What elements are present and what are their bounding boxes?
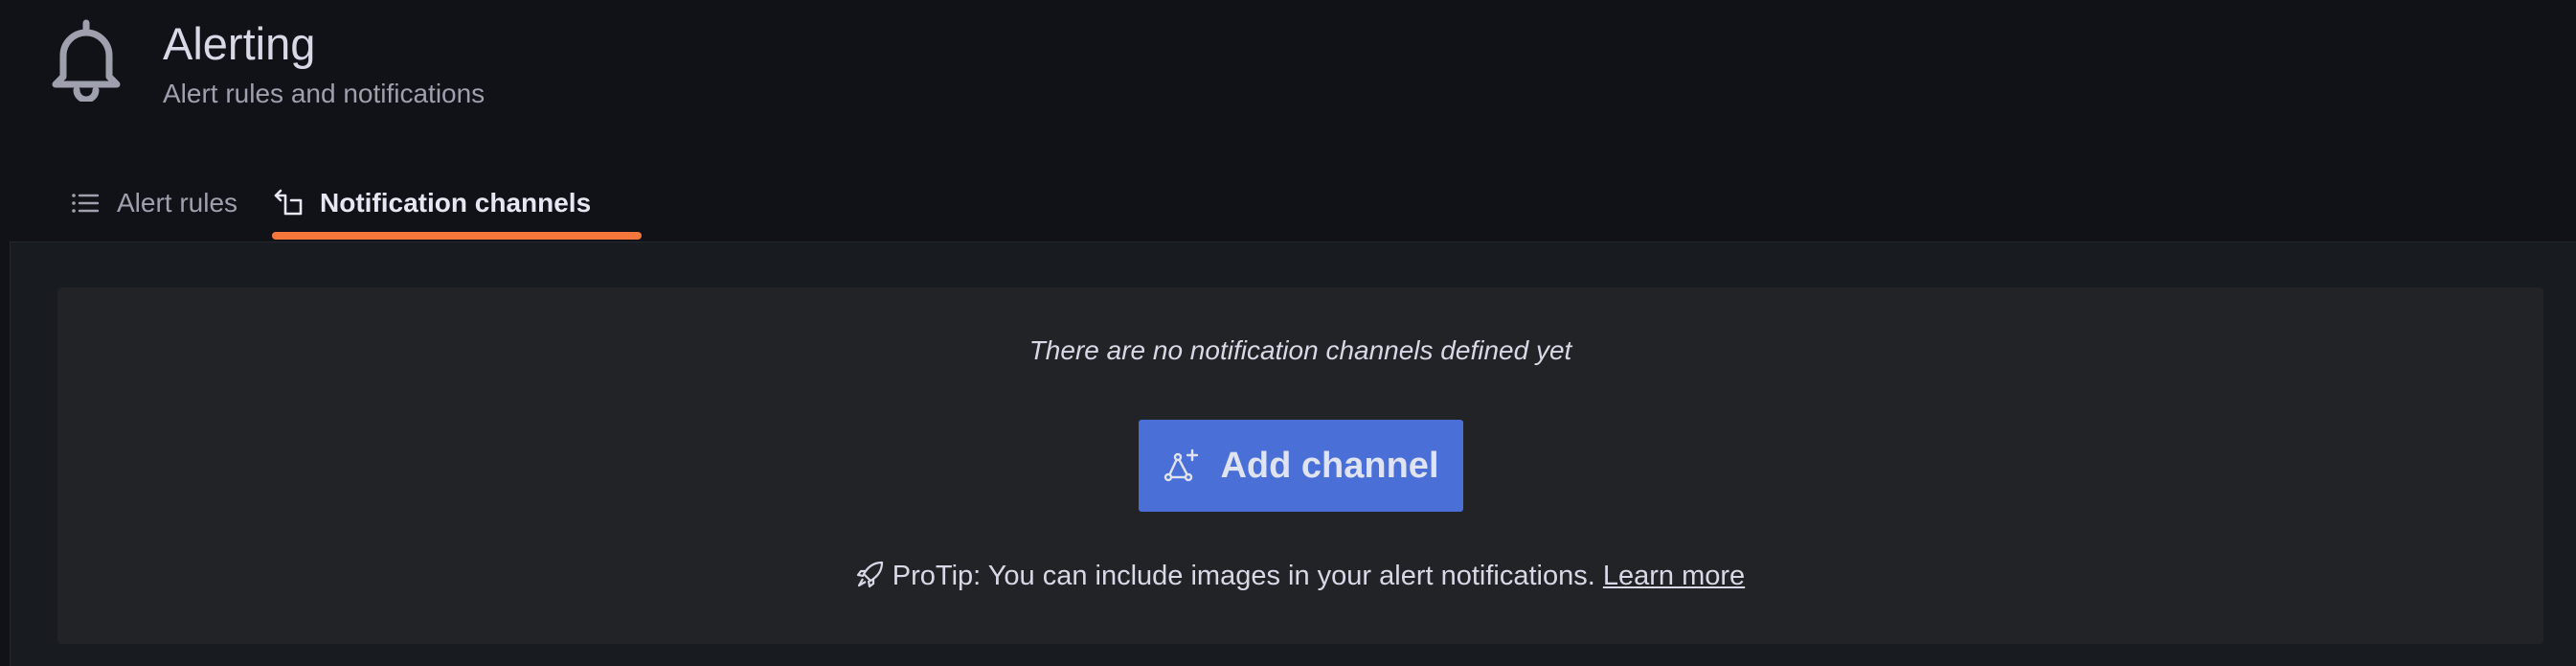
tab-label-notification-channels: Notification channels [320,188,592,218]
page-content: There are no notification channels defin… [10,241,2576,666]
rocket-icon [856,561,883,588]
learn-more-link[interactable]: Learn more [1603,561,1745,591]
empty-state-card: There are no notification channels defin… [57,287,2543,644]
list-icon [72,194,100,213]
page-header: Alerting Alert rules and notifications A… [0,0,2576,241]
protip-text: ProTip: You can include images in your a… [892,561,1595,591]
tab-label-alert-rules: Alert rules [117,188,238,218]
add-channel-icon [1164,448,1199,482]
empty-state-message: There are no notification channels defin… [1028,335,1572,365]
add-channel-button[interactable]: Add channel [1139,420,1463,512]
channel-icon [274,189,303,216]
protip: ProTip: You can include images in your a… [57,558,2543,594]
bell-icon [52,19,121,102]
tab-bar: Alert rules Notification channels [0,169,2576,241]
active-tab-indicator [272,232,642,240]
page-title: Alerting [163,18,316,69]
add-channel-label: Add channel [1220,446,1439,486]
tab-alert-rules[interactable]: Alert rules [69,169,237,238]
tab-notification-channels[interactable]: Notification channels [272,169,591,238]
page-subtitle: Alert rules and notifications [163,79,486,108]
